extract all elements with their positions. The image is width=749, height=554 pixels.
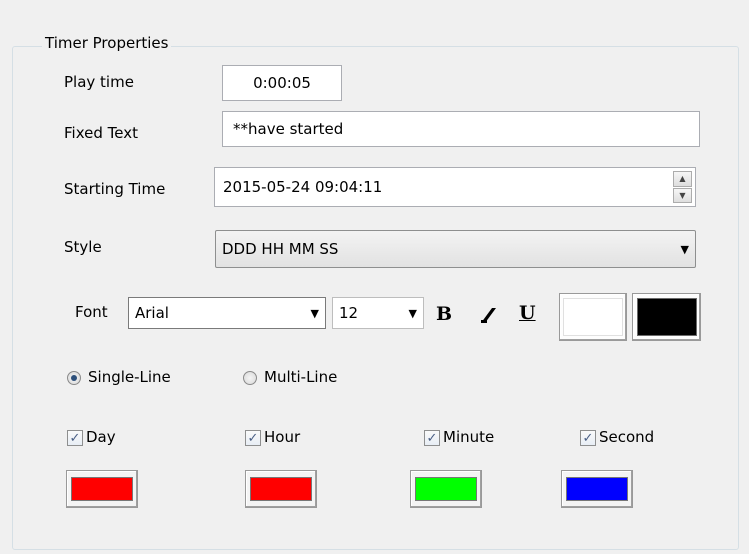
play-time-input[interactable]: 0:00:05 (222, 65, 342, 101)
fixed-text-label: Fixed Text (64, 124, 138, 142)
font-label: Font (75, 303, 108, 321)
group-title: Timer Properties (42, 34, 172, 52)
hour-checkbox[interactable]: ✓ (245, 430, 261, 446)
fixed-text-input[interactable]: **have started (222, 111, 700, 147)
hour-color-swatch (250, 477, 312, 501)
spin-up-icon[interactable]: ▲ (673, 171, 692, 187)
spin-down-icon[interactable]: ▼ (673, 187, 692, 203)
font-size-dropdown[interactable]: 12 ▼ (332, 297, 424, 329)
italic-icon (481, 308, 496, 323)
second-label[interactable]: Second (599, 428, 654, 446)
style-value: DDD HH MM SS (222, 240, 339, 258)
radio-dot (71, 375, 77, 381)
single-line-label[interactable]: Single-Line (88, 368, 171, 386)
chevron-down-icon: ▼ (310, 306, 319, 320)
minute-color-swatch (415, 477, 477, 501)
hour-label[interactable]: Hour (264, 428, 300, 446)
text-color-swatch (636, 298, 697, 336)
chevron-down-icon: ▼ (408, 306, 417, 320)
day-color-button[interactable] (66, 470, 138, 508)
starting-time-value: 2015-05-24 09:04:11 (223, 178, 383, 196)
text-color-button[interactable] (632, 293, 701, 341)
minute-label[interactable]: Minute (443, 428, 494, 446)
multi-line-radio[interactable] (243, 371, 257, 385)
background-color-button[interactable] (559, 293, 627, 341)
second-color-button[interactable] (561, 470, 633, 508)
minute-checkbox[interactable]: ✓ (424, 430, 440, 446)
underline-button[interactable]: U (519, 302, 536, 324)
style-dropdown[interactable]: DDD HH MM SS ▼ (215, 230, 696, 268)
starting-time-spinner[interactable]: ▲ ▼ (673, 171, 692, 203)
bold-button[interactable]: B (436, 303, 452, 325)
font-family-value: Arial (135, 304, 169, 322)
hour-color-button[interactable] (245, 470, 317, 508)
background-color-swatch (563, 298, 623, 336)
day-label[interactable]: Day (86, 428, 116, 446)
day-color-swatch (71, 477, 133, 501)
day-checkbox[interactable]: ✓ (67, 430, 83, 446)
play-time-label: Play time (64, 73, 134, 91)
font-size-value: 12 (339, 304, 359, 322)
minute-color-button[interactable] (410, 470, 482, 508)
starting-time-label: Starting Time (64, 180, 166, 198)
italic-button[interactable] (477, 304, 499, 326)
second-checkbox[interactable]: ✓ (580, 430, 596, 446)
second-color-swatch (566, 477, 628, 501)
chevron-down-icon: ▼ (680, 242, 689, 256)
multi-line-label[interactable]: Multi-Line (264, 368, 337, 386)
font-family-dropdown[interactable]: Arial ▼ (128, 297, 326, 329)
starting-time-picker[interactable]: 2015-05-24 09:04:11 ▲ ▼ (214, 167, 696, 207)
style-label: Style (64, 238, 102, 256)
single-line-radio[interactable] (67, 371, 81, 385)
